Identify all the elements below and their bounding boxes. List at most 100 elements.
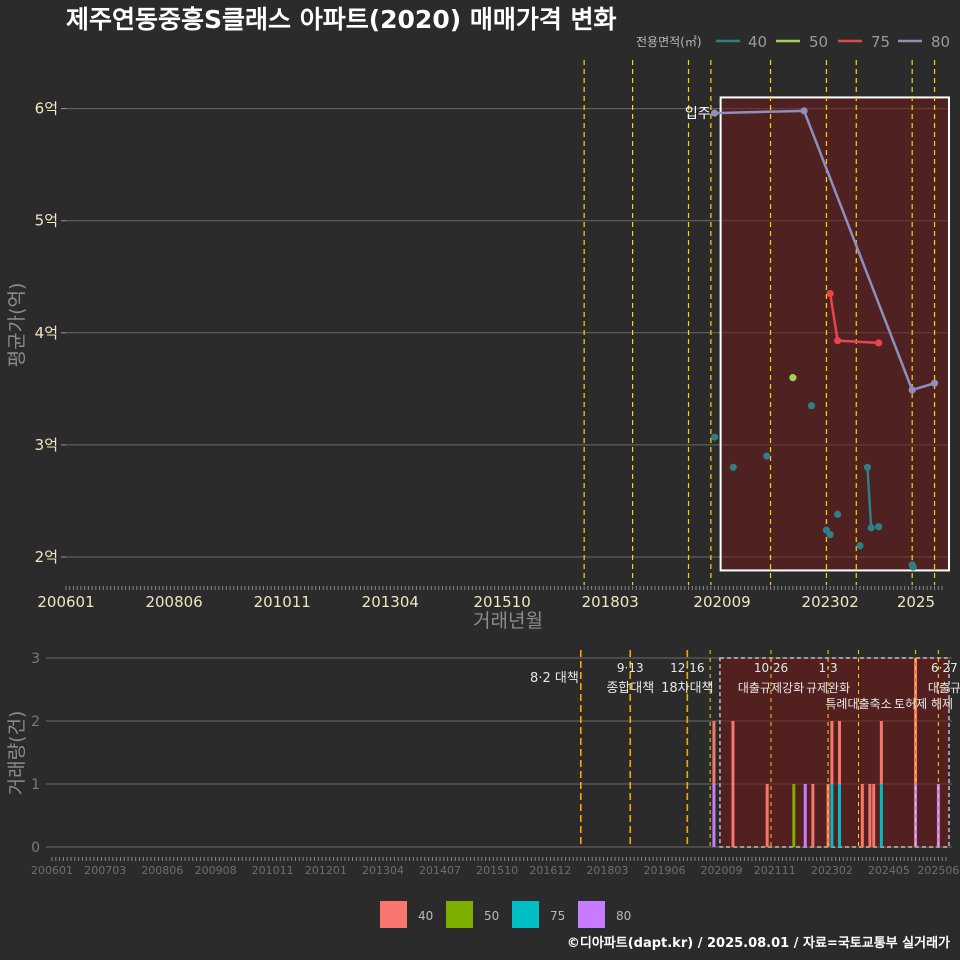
bottom-legend-40-swatch (380, 901, 407, 928)
legend-75-label: 75 (871, 33, 890, 51)
bottom-y-tick-label: 0 (31, 840, 40, 856)
bottom-legend-80-swatch (578, 901, 605, 928)
bottom-legend-50-label: 50 (484, 909, 499, 923)
bar-80 (803, 784, 807, 847)
bottom-y-tick-label: 1 (31, 777, 40, 793)
legend-50-label: 50 (809, 33, 828, 51)
bottom-y-axis-title: 거래량(건) (6, 711, 28, 796)
series-40-point (711, 433, 719, 441)
series-40-point (807, 402, 816, 410)
policy-name-label: 8·2 대책 (530, 671, 579, 686)
bottom-x-tick-label: 201011 (252, 864, 294, 877)
series-40-point (834, 510, 842, 518)
bottom-legend-50-swatch (446, 901, 473, 928)
legend-title: 전용면적(㎡) (636, 35, 702, 49)
bottom-x-tick-label: 201201 (305, 864, 347, 877)
bar-80 (712, 784, 716, 847)
annotation-label: 입주 (685, 106, 711, 122)
bottom-x-tick-label: 201407 (419, 864, 461, 877)
series-80-point (908, 386, 916, 394)
bottom-x-tick-label: 201612 (529, 864, 571, 877)
top-y-tick-label: 5억 (35, 212, 58, 230)
bottom-x-tick-label: 201906 (643, 864, 685, 877)
policy-date-label: 9·13 (617, 661, 644, 675)
top-x-tick-label: 2025 (897, 593, 935, 611)
series-40-point (763, 452, 771, 460)
series-40-point (863, 463, 872, 471)
top-x-tick-label: 200601 (37, 593, 94, 611)
bar-40 (860, 784, 864, 847)
policy-date-label: 12·16 (670, 661, 704, 675)
bar-40 (872, 784, 876, 847)
top-x-tick-label: 202302 (802, 593, 859, 611)
bottom-x-tick-label: 202009 (701, 864, 743, 877)
bar-40 (868, 784, 872, 847)
series-80-point (711, 109, 719, 117)
bottom-y-tick-label: 2 (31, 714, 40, 730)
bottom-legend: 40 50 75 80 (380, 901, 631, 928)
bottom-x-tick-label: 202405 (868, 864, 910, 877)
policy-date-label: 10·26 (754, 661, 788, 675)
bottom-x-tick-label: 201803 (586, 864, 628, 877)
bottom-legend-75-swatch (512, 901, 539, 928)
policy-name-label: 대출규제강화 (738, 681, 804, 695)
top-x-tick-label: 201011 (254, 593, 311, 611)
bottom-legend-75-label: 75 (550, 909, 565, 923)
bottom-x-tick-label: 201510 (476, 864, 518, 877)
series-80-point (800, 107, 808, 115)
top-x-tick-label: 201510 (474, 593, 531, 611)
policy-name-label: 규제완화 (806, 681, 850, 695)
bar-75 (879, 784, 883, 847)
bottom-x-tick-label: 202111 (754, 864, 796, 877)
series-40-point (867, 524, 875, 532)
bar-75 (837, 784, 841, 847)
policy-date-label: 9·7 (849, 0, 868, 3)
bottom-x-tick-label: 202506 (917, 864, 959, 877)
bottom-x-tick-label: 200601 (31, 864, 73, 877)
policy-name-label: 18차대책 (661, 681, 713, 696)
bar-40 (712, 721, 716, 784)
bottom-x-tick-label: 201304 (362, 864, 404, 877)
legend-80-label: 80 (931, 33, 950, 51)
bottom-legend-80-label: 80 (616, 909, 631, 923)
top-x-axis-title: 거래년월 (473, 610, 543, 632)
bottom-x-tick-label: 200703 (84, 864, 126, 877)
series-40-point (909, 563, 917, 571)
bottom-legend-40-label: 40 (418, 909, 433, 923)
chart-canvas: 제주연동중흥S클래스 아파트(2020) 매매가격 변화 전용면적(㎡) 40 … (6, 0, 960, 951)
bottom-x-tick-label: 202302 (811, 864, 853, 877)
top-y-tick-label: 2억 (35, 548, 58, 566)
top-y-tick-label: 6억 (35, 100, 58, 118)
top-x-tick-label: 201803 (582, 593, 639, 611)
legend-40-label: 40 (748, 33, 767, 51)
top-y-tick-label: 3억 (35, 436, 58, 454)
top-legend: 전용면적(㎡) 40 50 75 80 (636, 33, 950, 51)
series-40-point (826, 530, 834, 539)
policy-date-label: 6·27 (931, 661, 958, 675)
top-x-tick-label: 202009 (693, 593, 750, 611)
policy-name-label: 특례대출축소 (825, 697, 891, 711)
bottom-y-tick-label: 3 (31, 651, 40, 667)
series-40-point (729, 463, 737, 471)
bar-40 (837, 721, 841, 784)
bottom-x-tick-label: 200908 (195, 864, 237, 877)
policy-date-label: 1·3 (819, 661, 838, 675)
bar-40 (731, 721, 735, 847)
top-y-axis-title: 평균가(억) (6, 283, 28, 368)
series-75-point (826, 289, 834, 298)
series-40-point (875, 523, 883, 531)
bar-40 (830, 721, 834, 784)
top-x-tick-label: 200806 (145, 593, 202, 611)
credit-text: ©디아파트(dapt.kr) / 2025.08.01 / 자료=국토교통부 실… (567, 935, 950, 951)
series-75-point (875, 339, 883, 347)
bar-75 (830, 784, 834, 847)
bar-50 (792, 784, 796, 847)
policy-name-label: 대출규 (928, 681, 960, 695)
top-highlight (719, 96, 951, 572)
bar-40 (765, 784, 769, 847)
policy-name-label: 종합대책 (606, 681, 654, 696)
bottom-x-tick-label: 200806 (141, 864, 183, 877)
policy-name-label: 토허제 해제 (894, 697, 953, 711)
series-50-point (789, 374, 797, 382)
top-x-tick-label: 201304 (362, 593, 419, 611)
